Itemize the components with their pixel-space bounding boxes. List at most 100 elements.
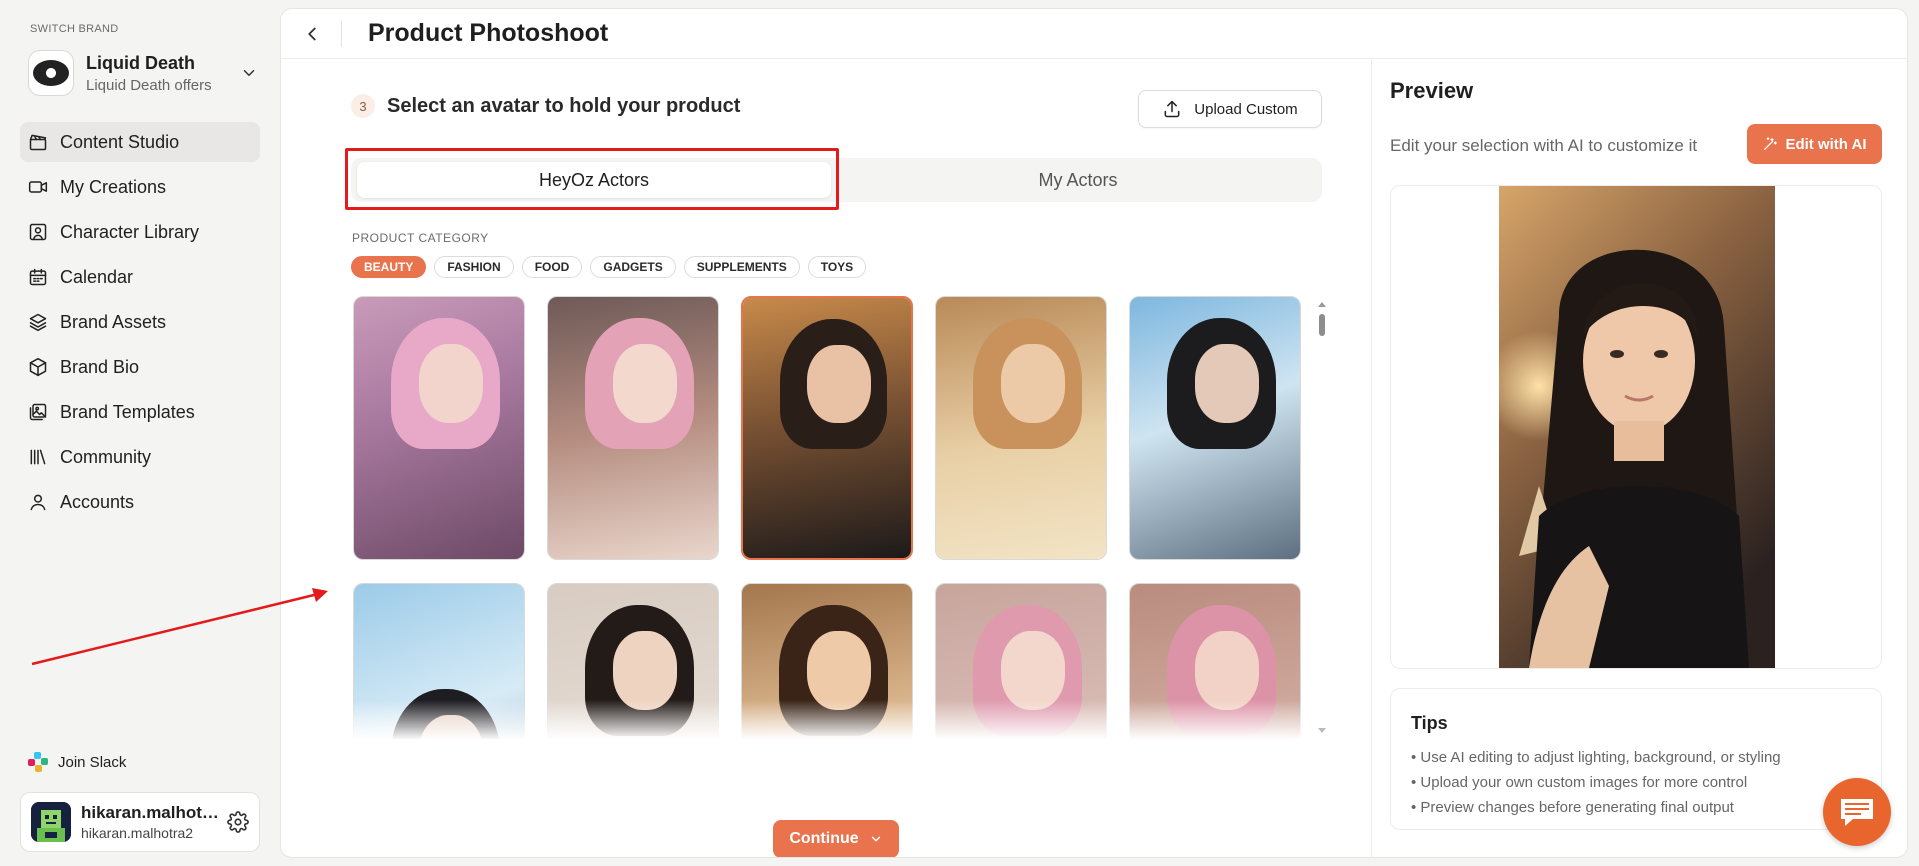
switch-brand-label: SWITCH BRAND — [30, 23, 119, 35]
join-slack-label: Join Slack — [58, 753, 127, 771]
chevron-down-icon — [871, 836, 880, 842]
avatar-card[interactable] — [741, 583, 913, 739]
avatar-card[interactable] — [935, 296, 1107, 560]
chat-support-button[interactable] — [1823, 778, 1891, 846]
slack-icon — [28, 752, 48, 772]
tip-item: • Upload your own custom images for more… — [1411, 774, 1748, 791]
chevron-down-icon — [243, 70, 255, 76]
sidebar-item-accounts[interactable]: Accounts — [20, 482, 260, 522]
sidebar-item-character-library[interactable]: Character Library — [20, 212, 260, 252]
layers-icon — [29, 313, 47, 332]
sidebar-item-label: Content Studio — [60, 131, 180, 152]
library-icon — [30, 449, 46, 465]
sidebar-item-label: Character Library — [60, 221, 200, 242]
avatar-card[interactable] — [547, 583, 719, 739]
user-square-icon — [29, 223, 47, 241]
sidebar-item-label: My Creations — [60, 176, 167, 197]
upload-custom-label: Upload Custom — [1194, 100, 1298, 118]
sidebar-item-community[interactable]: Community — [20, 437, 260, 477]
grid-scrollbar[interactable] — [1316, 298, 1328, 738]
box-icon — [29, 357, 47, 377]
sidebar-item-brand-assets[interactable]: Brand Assets — [20, 302, 260, 342]
step-header: 3 Select an avatar to hold your product — [351, 94, 740, 118]
avatar — [31, 802, 71, 842]
actor-tabs: HeyOz Actors My Actors — [351, 158, 1322, 202]
tip-item: • Use AI editing to adjust lighting, bac… — [1411, 749, 1781, 766]
preview-frame — [1390, 185, 1882, 669]
step-number-badge: 3 — [351, 94, 375, 118]
sidebar-item-content-studio[interactable]: Content Studio — [20, 122, 260, 162]
join-slack-link[interactable]: Join Slack — [28, 752, 126, 772]
sidebar-item-label: Brand Assets — [60, 311, 167, 332]
scroll-up-arrow[interactable] — [1318, 302, 1326, 307]
sidebar-item-label: Brand Bio — [60, 356, 140, 377]
chip-food[interactable]: FOOD — [521, 256, 583, 278]
avatar-card-selected[interactable] — [741, 296, 913, 560]
avatar-selection-pane: 3 Select an avatar to hold your product … — [281, 60, 1371, 857]
continue-button[interactable]: Continue — [773, 820, 899, 857]
sidebar-item-label: Community — [60, 446, 152, 467]
avatar-card[interactable] — [353, 296, 525, 560]
preview-title: Preview — [1390, 78, 1474, 103]
sidebar-item-label: Accounts — [60, 491, 135, 512]
chip-supplements[interactable]: SUPPLEMENTS — [683, 256, 800, 278]
category-chips: BEAUTY FASHION FOOD GADGETS SUPPLEMENTS … — [351, 256, 874, 278]
user-name: hikaran.malhotra2 — [81, 803, 219, 822]
avatar-card[interactable] — [935, 583, 1107, 739]
chip-fashion[interactable]: FASHION — [434, 256, 514, 278]
sidebar-item-brand-bio[interactable]: Brand Bio — [20, 347, 260, 387]
tab-heyoz-actors[interactable]: HeyOz Actors — [357, 162, 831, 198]
main-panel: Product Photoshoot 3 Select an avatar to… — [280, 8, 1908, 858]
sidebar-item-label: Brand Templates — [60, 401, 195, 422]
upload-icon — [1164, 100, 1180, 118]
tips-title: Tips — [1411, 713, 1448, 733]
brand-name: Liquid Death — [86, 52, 195, 73]
tips-list: • Use AI editing to adjust lighting, bac… — [1411, 745, 1781, 820]
tip-item: • Preview changes before generating fina… — [1411, 799, 1734, 816]
avatar-card[interactable] — [547, 296, 719, 560]
magic-wand-icon — [1764, 137, 1778, 150]
top-bar: Product Photoshoot — [281, 9, 1907, 59]
sidebar-item-label: Calendar — [60, 266, 134, 287]
preview-subtitle: Edit your selection with AI to customize… — [1390, 136, 1698, 155]
user-card[interactable]: hikaran.malhotra2 hikaran.malhotra2 — [20, 792, 260, 852]
calendar-icon — [29, 268, 47, 286]
preview-pane: Preview Edit your selection with AI to c… — [1371, 60, 1907, 857]
sidebar-item-brand-templates[interactable]: Brand Templates — [20, 392, 260, 432]
scroll-thumb[interactable] — [1319, 314, 1325, 336]
sidebar-nav: Content Studio My Creations Character Li… — [20, 122, 260, 527]
brand-logo — [28, 50, 74, 96]
back-arrow-icon[interactable] — [301, 23, 323, 45]
chip-beauty[interactable]: BEAUTY — [351, 256, 427, 278]
chip-gadgets[interactable]: GADGETS — [590, 256, 676, 278]
gear-icon[interactable] — [227, 811, 249, 833]
clapperboard-icon — [29, 134, 47, 151]
chip-toys[interactable]: TOYS — [807, 256, 867, 278]
sidebar: SWITCH BRAND Liquid Death Liquid Death o… — [0, 0, 276, 866]
edit-with-ai-label: Edit with AI — [1785, 135, 1867, 153]
scroll-down-arrow[interactable] — [1318, 728, 1326, 733]
images-icon — [29, 403, 47, 421]
divider — [341, 21, 342, 47]
video-camera-icon — [28, 181, 48, 193]
sidebar-item-calendar[interactable]: Calendar — [20, 257, 260, 297]
tips-card: Tips • Use AI editing to adjust lighting… — [1390, 688, 1882, 830]
edit-with-ai-button[interactable]: Edit with AI — [1747, 124, 1882, 164]
product-category-label: PRODUCT CATEGORY — [352, 231, 489, 245]
chat-bubble-icon — [1841, 799, 1873, 826]
user-icon — [30, 494, 46, 511]
avatar-grid — [351, 296, 1301, 739]
brand-subtitle: Liquid Death offers — [86, 76, 212, 94]
avatar-card[interactable] — [1129, 583, 1301, 739]
page-title: Product Photoshoot — [368, 19, 609, 47]
brand-switcher[interactable]: Liquid Death Liquid Death offers — [28, 48, 258, 98]
sidebar-item-my-creations[interactable]: My Creations — [20, 167, 260, 207]
preview-image — [1499, 186, 1775, 668]
tab-my-actors[interactable]: My Actors — [841, 162, 1315, 198]
user-email: hikaran.malhotra2 — [81, 825, 194, 841]
avatar-card[interactable] — [353, 583, 525, 739]
continue-label: Continue — [789, 830, 859, 847]
step-title: Select an avatar to hold your product — [387, 94, 741, 117]
upload-custom-button[interactable]: Upload Custom — [1138, 90, 1322, 128]
avatar-card[interactable] — [1129, 296, 1301, 560]
